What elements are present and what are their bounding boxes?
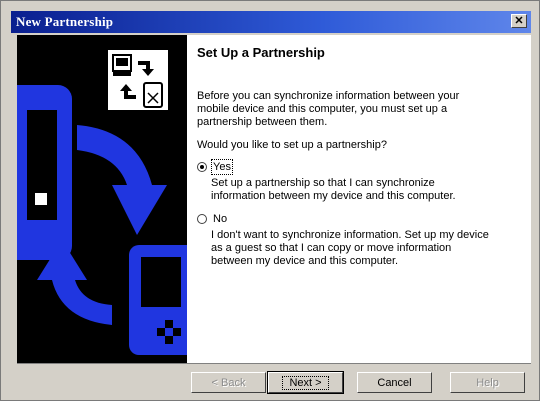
handheld-screen-shape [141, 257, 181, 307]
intro-text: Before you can synchronize information b… [197, 90, 460, 128]
wizard-side-artwork [17, 35, 187, 363]
back-button[interactable]: < Back [191, 372, 266, 393]
next-button[interactable]: Next > [267, 371, 344, 394]
cancel-button-label: Cancel [377, 376, 412, 389]
radio-yes-label[interactable]: Yes [211, 159, 233, 175]
wizard-content: Set Up a Partnership Before you can sync… [187, 35, 531, 363]
arrow-down-shape [77, 125, 167, 235]
device-artwork [17, 48, 187, 355]
cancel-button[interactable]: Cancel [357, 372, 432, 393]
help-button-label: Help [476, 376, 499, 389]
radio-no-label[interactable]: No [213, 213, 227, 225]
handheld-key-shape [157, 328, 165, 336]
help-button[interactable]: Help [450, 372, 525, 393]
radio-yes-indicator[interactable] [197, 162, 207, 172]
radio-no-description: I don't want to synchronize information.… [211, 229, 489, 267]
handheld-key-shape [165, 320, 173, 328]
radio-no-indicator[interactable] [197, 214, 207, 224]
question-text: Would you like to set up a partnership? [197, 139, 387, 151]
close-icon: ✕ [514, 14, 524, 27]
window-title: New Partnership [16, 14, 114, 29]
title-bar: New Partnership ✕ [11, 11, 531, 33]
page-title: Set Up a Partnership [197, 45, 325, 60]
radio-no[interactable]: No [197, 213, 521, 225]
close-button[interactable]: ✕ [511, 14, 527, 28]
laptop-light-shape [35, 193, 47, 205]
next-button-label: Next > [282, 375, 329, 390]
handheld-key-shape [173, 328, 181, 336]
radio-yes[interactable]: Yes [197, 159, 521, 175]
handheld-key-shape [165, 336, 173, 344]
sync-devices-icon [106, 48, 170, 112]
new-partnership-dialog: New Partnership ✕ Set Up a Partnership B… [0, 0, 540, 401]
radio-yes-description: Set up a partnership so that I can synch… [211, 177, 456, 202]
button-bar: < Back Next > Cancel Help [17, 363, 531, 394]
back-button-label: < Back [211, 376, 246, 389]
